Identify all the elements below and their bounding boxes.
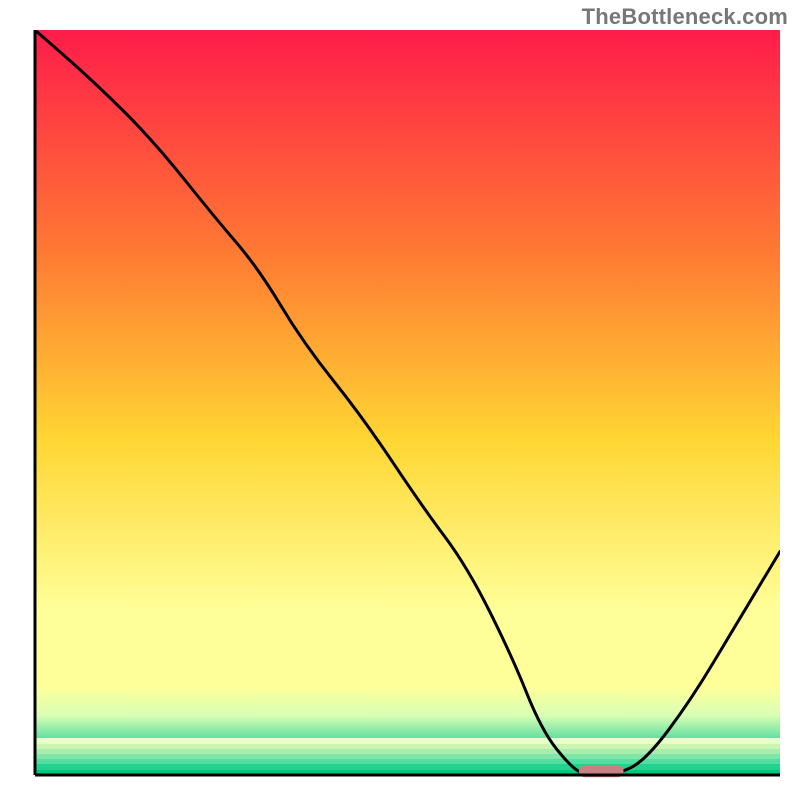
plot-background — [35, 30, 780, 775]
chart-stage: TheBottleneck.com — [0, 0, 800, 800]
bottleneck-chart-svg — [0, 0, 800, 800]
watermark-text: TheBottleneck.com — [582, 4, 788, 30]
bottom-bands — [35, 738, 780, 775]
